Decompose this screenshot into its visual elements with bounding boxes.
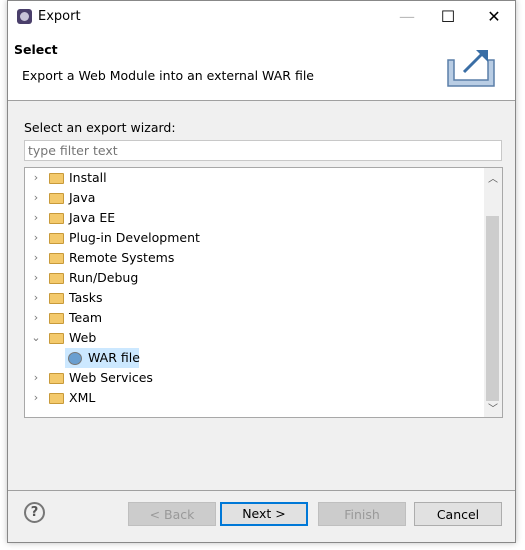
folder-icon bbox=[49, 253, 64, 264]
next-button[interactable]: Next > bbox=[220, 502, 308, 526]
chevron-right-icon[interactable]: › bbox=[31, 228, 41, 248]
tree-item[interactable]: › XML bbox=[25, 388, 502, 408]
tree-item-label: Java EE bbox=[69, 210, 116, 225]
tree-item[interactable]: › Java bbox=[25, 188, 502, 208]
folder-icon bbox=[49, 213, 64, 224]
tree-item[interactable]: WAR file bbox=[65, 348, 140, 368]
tree-item[interactable]: › Plug-in Development bbox=[25, 228, 502, 248]
export-banner-icon bbox=[447, 50, 495, 87]
separator bbox=[8, 490, 515, 491]
tree-item[interactable]: › Remote Systems bbox=[25, 248, 502, 268]
folder-icon bbox=[49, 333, 64, 344]
tree-item-label: Team bbox=[69, 310, 103, 325]
close-button[interactable]: ✕ bbox=[479, 5, 509, 29]
tree-item-label: Web bbox=[69, 330, 97, 345]
folder-icon bbox=[49, 193, 64, 204]
eclipse-icon bbox=[17, 9, 32, 24]
tree-item[interactable]: › Install bbox=[25, 168, 502, 188]
chevron-right-icon[interactable]: › bbox=[31, 268, 41, 288]
tree-item-label: Web Services bbox=[69, 370, 153, 385]
page-description: Export a Web Module into an external WAR… bbox=[22, 68, 314, 83]
tree-item-label: Install bbox=[69, 170, 107, 185]
chevron-right-icon[interactable]: › bbox=[31, 288, 41, 308]
war-file-icon bbox=[68, 352, 82, 365]
tree-item-label: Tasks bbox=[69, 290, 103, 305]
folder-icon bbox=[49, 273, 64, 284]
folder-icon bbox=[49, 393, 64, 404]
tree-item-label: Java bbox=[69, 190, 96, 205]
tree-item-label: WAR file bbox=[88, 350, 140, 365]
folder-icon bbox=[49, 313, 64, 324]
tree-item[interactable]: ⌄ Web bbox=[25, 328, 502, 348]
minimize-button[interactable]: — bbox=[392, 5, 422, 29]
chevron-right-icon[interactable]: › bbox=[31, 168, 41, 188]
filter-input[interactable] bbox=[24, 140, 502, 161]
cancel-button[interactable]: Cancel bbox=[414, 502, 502, 526]
folder-icon bbox=[49, 233, 64, 244]
tree-item[interactable]: › Web Services bbox=[25, 368, 502, 388]
help-icon[interactable]: ? bbox=[24, 502, 45, 523]
tree-item[interactable]: › Team bbox=[25, 308, 502, 328]
folder-icon bbox=[49, 373, 64, 384]
tree-item[interactable]: › Tasks bbox=[25, 288, 502, 308]
back-button[interactable]: < Back bbox=[128, 502, 216, 526]
page-title: Select bbox=[14, 42, 58, 57]
export-dialog: Export — ☐ ✕ Select Export a Web Module … bbox=[7, 0, 516, 543]
tree-item[interactable]: › Java EE bbox=[25, 208, 502, 228]
chevron-right-icon[interactable]: › bbox=[31, 208, 41, 228]
chevron-right-icon[interactable]: › bbox=[31, 188, 41, 208]
tree-item-label: Run/Debug bbox=[69, 270, 139, 285]
tree-item-label: Plug-in Development bbox=[69, 230, 200, 245]
finish-button[interactable]: Finish bbox=[318, 502, 406, 526]
wizard-tree: ︿ ﹀ › Install › Java › Java EE › Plug-in De… bbox=[24, 167, 503, 418]
chevron-down-icon[interactable]: ⌄ bbox=[31, 328, 41, 348]
tree-item[interactable]: › Run/Debug bbox=[25, 268, 502, 288]
tree-item-label: XML bbox=[69, 390, 96, 405]
folder-icon bbox=[49, 293, 64, 304]
wizard-header: Select Export a Web Module into an exter… bbox=[8, 33, 515, 101]
folder-icon bbox=[49, 173, 64, 184]
maximize-button[interactable]: ☐ bbox=[433, 5, 463, 29]
tree-item-label: Remote Systems bbox=[69, 250, 175, 265]
chevron-right-icon[interactable]: › bbox=[31, 368, 41, 388]
window-title: Export bbox=[38, 9, 81, 24]
chevron-right-icon[interactable]: › bbox=[31, 388, 41, 408]
wizard-label: Select an export wizard: bbox=[24, 120, 176, 135]
chevron-right-icon[interactable]: › bbox=[31, 308, 41, 328]
chevron-right-icon[interactable]: › bbox=[31, 248, 41, 268]
title-bar: Export — ☐ ✕ bbox=[8, 1, 515, 33]
